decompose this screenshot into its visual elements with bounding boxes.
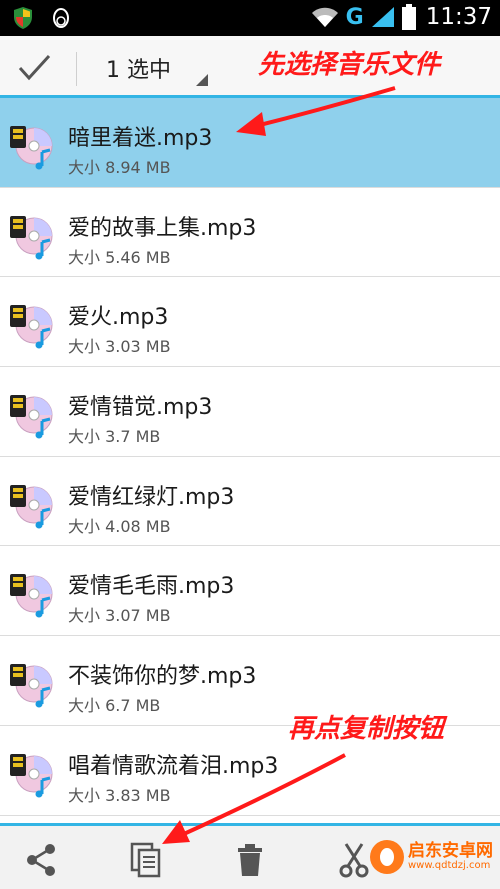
status-bar: G 11:37 xyxy=(0,0,500,36)
annotation-top: 先选择音乐文件 xyxy=(258,50,441,80)
file-name: 爱火.mp3 xyxy=(68,305,169,331)
music-disc-icon xyxy=(10,215,53,260)
watermark-url: www.qdtdzj.com xyxy=(408,859,491,871)
file-size: 大小 3.83 MB xyxy=(68,785,171,805)
music-disc-icon xyxy=(10,574,53,618)
clock: 11:37 xyxy=(425,4,492,30)
watermark-text: 启东安卓网 xyxy=(408,840,493,861)
share-icon[interactable] xyxy=(22,840,62,880)
selection-count[interactable]: 1 选中 xyxy=(106,52,171,84)
music-disc-icon xyxy=(10,484,53,529)
file-size: 大小 4.08 MB xyxy=(68,516,171,536)
file-size: 大小 3.03 MB xyxy=(68,337,171,357)
battery-icon xyxy=(401,4,416,30)
file-row[interactable]: 爱火.mp3 大小 3.03 MB xyxy=(0,277,500,368)
signal-icon xyxy=(371,7,394,27)
file-row[interactable]: 爱情红绿灯.mp3 大小 4.08 MB xyxy=(0,456,500,547)
file-size: 大小 6.7 MB xyxy=(68,696,161,716)
file-size: 大小 8.94 MB xyxy=(68,158,171,177)
music-disc-icon xyxy=(10,395,53,439)
file-name: 唱着情歌流着泪.mp3 xyxy=(68,753,279,779)
delete-icon[interactable] xyxy=(230,840,270,880)
file-name: 暗里着迷.mp3 xyxy=(68,126,213,151)
file-row[interactable]: 爱情错觉.mp3 大小 3.7 MB xyxy=(0,367,500,457)
file-row[interactable]: 暗里着迷.mp3 大小 8.94 MB xyxy=(0,98,500,188)
music-disc-icon xyxy=(10,664,53,708)
file-name: 不装饰你的梦.mp3 xyxy=(68,664,257,690)
music-disc-icon xyxy=(10,126,53,170)
file-size: 大小 3.07 MB xyxy=(68,606,171,626)
file-name: 爱情毛毛雨.mp3 xyxy=(68,574,235,600)
watermark: 启东安卓网 www.qdtdzj.com xyxy=(370,840,493,874)
file-size: 大小 3.7 MB xyxy=(68,427,161,447)
file-name: 爱情错觉.mp3 xyxy=(68,395,213,421)
check-icon[interactable] xyxy=(14,48,54,88)
file-name: 爱的故事上集.mp3 xyxy=(68,215,257,241)
music-disc-icon xyxy=(10,753,53,798)
annotation-bottom: 再点复制按钮 xyxy=(288,714,445,744)
music-disc-icon xyxy=(10,305,53,349)
chevron-down-icon[interactable] xyxy=(196,74,208,86)
shield-icon xyxy=(14,7,32,29)
file-row[interactable]: 爱情毛毛雨.mp3 大小 3.07 MB xyxy=(0,546,500,637)
qq-penguin-icon xyxy=(53,8,69,28)
cut-icon[interactable] xyxy=(334,840,374,880)
network-type: G xyxy=(345,4,364,30)
action-bar-divider xyxy=(76,52,77,86)
file-name: 爱情红绿灯.mp3 xyxy=(68,484,235,510)
file-size: 大小 5.46 MB xyxy=(68,247,171,267)
copy-icon[interactable] xyxy=(126,840,166,880)
file-row[interactable]: 爱的故事上集.mp3 大小 5.46 MB xyxy=(0,187,500,278)
wifi-icon xyxy=(311,7,338,27)
watermark-logo-icon xyxy=(370,840,404,874)
